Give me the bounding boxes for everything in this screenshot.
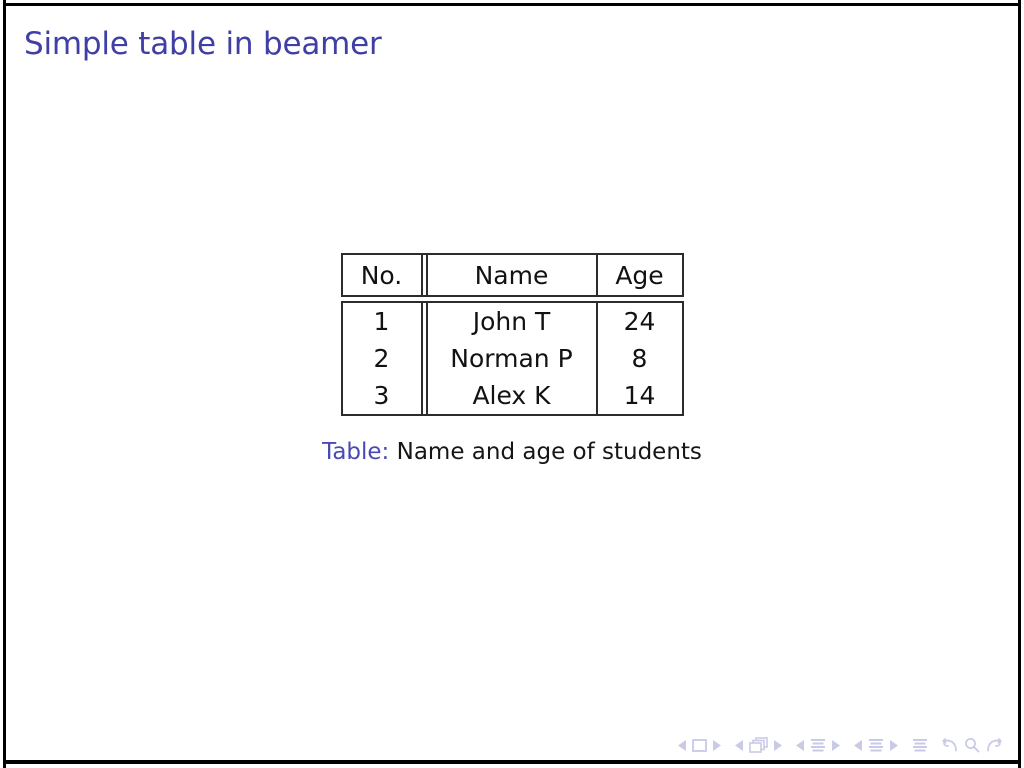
cell-no: 2 [373, 344, 390, 373]
cell-age: 8 [631, 344, 648, 373]
table-caption-label: Table: [322, 439, 390, 465]
navigation-symbols [678, 734, 1002, 756]
table-header: No. Name Age [342, 255, 682, 295]
stacked-frames-icon[interactable] [749, 737, 768, 753]
table-header-box: No. Name Age [340, 253, 684, 297]
table-block: No. Name Age 1 John T 24 2 Norman P 8 3 … [0, 253, 1024, 420]
column-header-age: Age [615, 260, 664, 290]
table-header-row: No. Name Age [343, 255, 682, 295]
cell-age: 24 [623, 307, 656, 336]
lines-icon[interactable] [810, 738, 826, 753]
cell-name: Norman P [450, 344, 573, 373]
beamer-slide: Simple table in beamer No. Name Age 1 Jo… [0, 0, 1024, 768]
triangle-left-icon[interactable] [678, 739, 687, 751]
triangle-left-icon[interactable] [735, 739, 744, 751]
nav-group-document [912, 738, 928, 753]
vertical-rule-double [420, 340, 428, 377]
column-header-name: Name [474, 260, 549, 290]
student-table: No. Name Age 1 John T 24 2 Norman P 8 3 … [340, 253, 684, 416]
undo-arrow-icon[interactable] [942, 737, 959, 753]
frame-title: Simple table in beamer [24, 26, 382, 62]
table-row: 1 John T 24 [343, 303, 682, 340]
redo-arrow-icon[interactable] [985, 737, 1002, 753]
vertical-rule-double [420, 255, 428, 295]
cell-name: John T [472, 307, 551, 336]
cell-no: 1 [373, 307, 390, 336]
cell-name: Alex K [472, 381, 551, 410]
table-row: 3 Alex K 14 [343, 377, 682, 414]
triangle-left-icon[interactable] [796, 739, 805, 751]
table-row: 2 Norman P 8 [343, 340, 682, 377]
table-caption: Table: Name and age of students [0, 437, 1024, 467]
vertical-rule-double [420, 377, 428, 414]
cell-no: 3 [373, 381, 390, 410]
cell-age: 14 [623, 381, 656, 410]
triangle-right-icon[interactable] [773, 739, 782, 751]
triangle-left-icon[interactable] [854, 739, 863, 751]
lines-icon[interactable] [912, 738, 928, 753]
table-caption-text: Name and age of students [396, 439, 702, 465]
lines-icon[interactable] [868, 738, 884, 753]
triangle-right-icon[interactable] [712, 739, 721, 751]
column-header-no: No. [360, 260, 403, 290]
nav-group-frame [735, 737, 782, 753]
slide-border-bottom [3, 760, 1021, 764]
nav-group-slide [678, 738, 721, 752]
triangle-right-icon[interactable] [889, 739, 898, 751]
vertical-rule-double [420, 303, 428, 340]
nav-group-subsection [796, 738, 840, 753]
table-body: 1 John T 24 2 Norman P 8 3 Alex K 14 [342, 303, 682, 414]
slide-border-top [3, 3, 1021, 6]
nav-group-section [854, 738, 898, 753]
table-body-box: 1 John T 24 2 Norman P 8 3 Alex K 14 [340, 301, 684, 416]
nav-group-history [942, 737, 1002, 753]
triangle-right-icon[interactable] [831, 739, 840, 751]
square-icon[interactable] [692, 738, 707, 752]
magnifier-icon[interactable] [964, 737, 980, 753]
